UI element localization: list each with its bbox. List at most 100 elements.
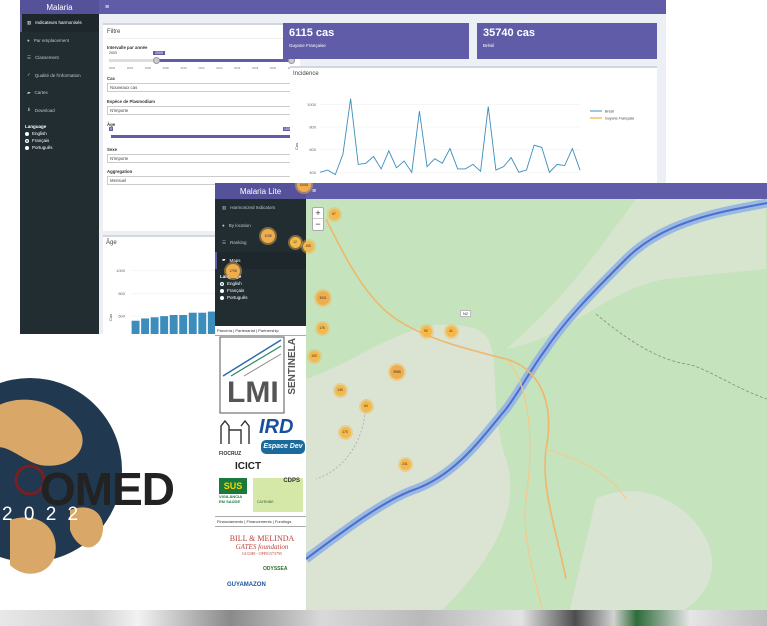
cas-select[interactable]: Nouveaux cas▾ [107,83,296,92]
age-bar [141,318,150,334]
vigilancia-text: VIGILÂNCIA EM SAÚDE [219,494,242,504]
menu-toggle-icon[interactable]: ≡ [105,4,109,11]
gates-line3: GCGH8 - OPP01573795 [241,551,282,556]
lmi-sentinela-logo: LMI SENTINELA [219,336,303,414]
age-slider[interactable]: 0 100 [107,127,296,143]
sidebar-item-label: Cartes [34,90,48,96]
partners-title: Parcería | Partenariat | Partnership [215,326,306,336]
map-cluster-marker[interactable]: 67 [328,208,340,220]
download-icon: ⬇ [27,107,31,113]
guyamazon-logo: GUYAMAZON [227,582,266,588]
map-cluster-marker[interactable]: 190 [308,350,320,362]
sexe-select[interactable]: N'importe [107,154,296,163]
icict-logo: ICICT [235,461,262,472]
check-icon: ✓ [27,72,31,78]
age-from-badge: 0 [109,127,113,131]
year-from-handle[interactable] [153,57,160,64]
language-radio[interactable]: Português [215,294,306,301]
map-cluster-marker[interactable]: 241 [399,458,411,470]
top-navbar: Malaria ≡ [20,0,666,14]
sidebar-item[interactable]: ✓ Qualité de l'information [20,67,99,85]
bar-chart-icon: ▥ [222,204,227,210]
map-canvas[interactable] [306,199,767,626]
sidebar-item[interactable]: ▰ Cartes [20,84,99,102]
sexe-label: Sexe [107,147,118,152]
room-photo-strip [0,610,767,626]
kpi-bresil: 35740 cas Brésil [477,23,657,59]
map-cluster-marker[interactable]: 41 [445,325,457,337]
radio-dot-icon [220,281,224,286]
pin-icon: ● [222,222,225,228]
map-cluster-marker[interactable]: 1798 [226,264,240,278]
map-cluster-marker[interactable]: 64 [360,400,372,412]
sus-logo: SUS VIGILÂNCIA EM SAÚDE [219,478,247,512]
age-bar [188,312,197,334]
language-radio[interactable]: Français [20,137,99,144]
y-tick-label: 800 [118,291,125,296]
sexe-value: N'importe [110,156,129,161]
zoom-control: + − [312,207,324,231]
map-cluster-marker[interactable]: 155 [302,240,314,252]
y-axis-label: Cas [294,143,299,150]
y-tick-label: 600 [118,314,125,319]
sidebar-item-label: Classement [35,55,59,61]
espece-select[interactable]: N'importe▾ [107,106,296,115]
sidebar: ▥ Harmonized Indicators ● By location ☰ Ranki… [215,199,306,326]
map-cluster-marker[interactable]: 170 [339,426,351,438]
pin-icon: ● [27,37,30,43]
map-cluster-marker[interactable]: 176 [316,322,328,334]
language-option: Français [227,288,245,293]
cas-value: Nouveaux cas [110,85,138,90]
ird-logo: IRD [259,416,294,438]
language-radio[interactable]: Português [20,144,99,151]
cdps-logo: CDPS CAYENNE [253,478,303,512]
map-cluster-marker[interactable]: 145 [334,384,346,396]
language-option: English [32,131,47,136]
radio-dot-icon [220,288,224,293]
zoom-out-button[interactable]: − [313,219,323,230]
espace-dev-logo: Espace Dev [261,440,305,454]
map-cluster-marker[interactable]: 9988 [390,365,404,379]
sidebar-item-label: Par emplacement [33,37,69,43]
age-bar [179,315,188,334]
kpi-guyane-value: 6115 cas [289,27,335,39]
map-cluster-marker[interactable]: 1198 [261,229,275,243]
age-bar [150,317,159,334]
kpi-guyane-label: Guyane Française [289,43,326,48]
year-slider[interactable]: 2003 2009 2022 [107,50,296,68]
fiocruz-logo: FIOCRUZ [219,418,251,457]
sidebar-item[interactable]: ▥ Harmonized Indicators [215,199,306,217]
map-cluster-marker[interactable]: 12 [289,236,301,248]
app-title[interactable]: Malaria [20,0,99,14]
sidebar-item[interactable]: ● Par emplacement [20,32,99,50]
menu-toggle-icon[interactable]: ≡ [312,188,316,195]
map-cluster-marker[interactable]: 92 [420,325,432,337]
sus-text: SUS [219,478,247,494]
partners-panel: Parcería | Partenariat | Partnership LMI… [215,326,306,626]
series-line-bresil [319,98,581,176]
sidebar-item[interactable]: ● By location [215,217,306,235]
map-cluster-marker[interactable]: 3001 [316,291,330,305]
sidebar-item-label: Indicateurs harmonisés [35,20,82,26]
age-bar [198,312,207,334]
app-title[interactable]: Malaria Lite [215,183,306,199]
sidebar: ▥ Indicateurs harmonisés ● Par emplacement ☰… [20,14,99,334]
language-radio[interactable]: Français [215,287,306,294]
zoom-in-button[interactable]: + [313,208,323,219]
language-label: Language [25,124,47,129]
y-tick-label: 1000 [307,102,317,107]
sidebar-item[interactable]: ▥ Indicateurs harmonisés [20,14,99,32]
sidebar-item[interactable]: ⬇ Download [20,102,99,120]
kpi-guyane: 6115 cas Guyane Française [283,23,469,59]
sentinela-text: SENTINELA [287,338,298,395]
language-radio[interactable]: English [20,130,99,137]
language-radio[interactable]: English [215,280,306,287]
incidence-line-chart: 1000 800 600 400 Cas Brésil Guyane Française [294,98,634,176]
sidebar-item-label: Harmonized Indicators [230,205,276,211]
language-option: Português [32,145,53,150]
sidebar-item[interactable]: ☰ Classement [20,49,99,67]
incidence-panel: Incidence 1000 800 600 400 Cas Brésil Guyane F… [290,66,657,186]
radio-dot-icon [25,131,29,136]
road-label: N2 [460,310,472,317]
age-bar [131,320,140,334]
